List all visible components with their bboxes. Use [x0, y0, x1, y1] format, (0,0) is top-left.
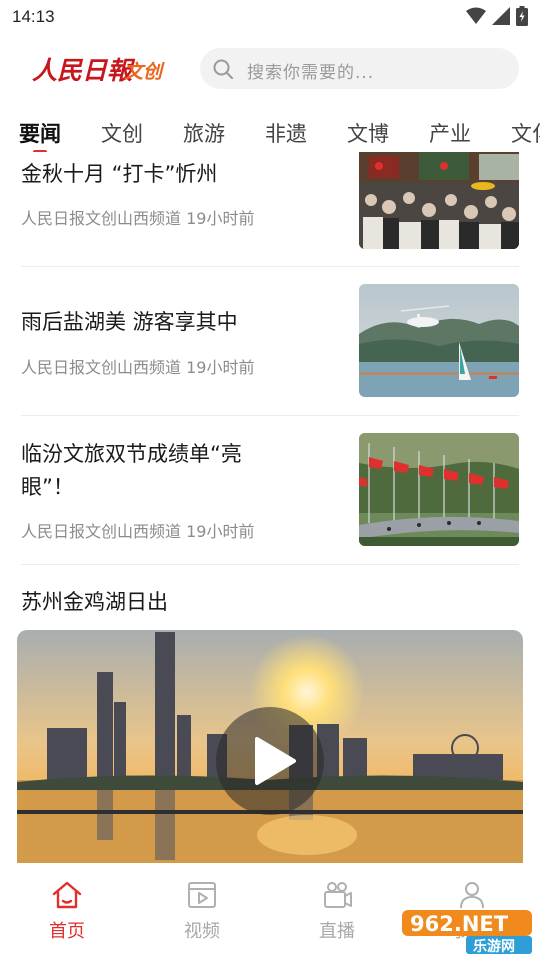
news-title[interactable]: 临汾文旅双节成绩单“亮眼”！ [21, 438, 291, 504]
nav-label: 视频 [184, 921, 220, 942]
news-thumbnail[interactable] [359, 152, 519, 249]
status-icons [466, 6, 528, 26]
search-input[interactable]: 搜索你需要的... [200, 48, 519, 89]
nav-label: 直播 [319, 921, 355, 942]
news-title[interactable]: 金秋十月 “打卡”忻州 [21, 158, 321, 191]
play-button[interactable] [216, 707, 324, 815]
signal-icon [492, 7, 510, 25]
battery-icon [516, 6, 528, 26]
tab-museum[interactable]: 文博 [347, 118, 389, 148]
wifi-icon [466, 7, 486, 24]
home-icon [52, 881, 82, 909]
news-meta: 人民日报文创山西频道 19小时前 [21, 209, 255, 228]
news-thumbnail[interactable] [359, 433, 519, 546]
tab-travel[interactable]: 旅游 [183, 118, 225, 148]
play-icon [255, 737, 296, 785]
news-feed[interactable]: 金秋十月 “打卡”忻州 人民日报文创山西频道 19小时前 雨后盐湖美 游客享其中… [0, 152, 540, 863]
svg-text:人民日報: 人民日報 [32, 56, 136, 85]
tab-culture[interactable]: 文化 [511, 118, 540, 148]
news-thumbnail[interactable] [359, 284, 519, 397]
nav-label: 首页 [49, 921, 85, 942]
tab-wenchuang[interactable]: 文创 [101, 118, 143, 148]
nav-live[interactable]: 直播 [297, 879, 377, 949]
tab-industry[interactable]: 产业 [429, 118, 471, 148]
watermark-logo: 962.NET 乐游网 [400, 908, 536, 956]
profile-icon [460, 882, 484, 909]
video-icon [188, 882, 216, 908]
category-tab-bar: 要闻 文创 旅游 非遗 文博 产业 文化 [0, 112, 540, 152]
nav-video[interactable]: 视频 [162, 879, 242, 949]
watermark-text: 962.NET [410, 912, 509, 936]
svg-text:文创: 文创 [124, 61, 165, 83]
tab-news[interactable]: 要闻 [19, 118, 61, 148]
search-placeholder: 搜索你需要的... [247, 63, 375, 83]
news-meta: 人民日报文创山西频道 19小时前 [21, 522, 255, 541]
video-title[interactable]: 苏州金鸡湖日出 [21, 586, 168, 616]
search-icon [213, 59, 233, 79]
video-card[interactable] [17, 630, 523, 863]
divider [21, 415, 519, 416]
app-logo: 人民日報 文创 [30, 49, 165, 91]
status-bar: 14:13 [0, 0, 540, 34]
nav-home[interactable]: 首页 [27, 879, 107, 949]
news-title[interactable]: 雨后盐湖美 游客享其中 [21, 306, 321, 339]
news-meta: 人民日报文创山西频道 19小时前 [21, 358, 255, 377]
live-camera-icon [324, 882, 352, 908]
tab-heritage[interactable]: 非遗 [265, 118, 307, 148]
divider [21, 266, 519, 267]
divider [21, 564, 519, 565]
status-time: 14:13 [12, 7, 55, 26]
watermark-subtext: 乐游网 [473, 938, 515, 955]
